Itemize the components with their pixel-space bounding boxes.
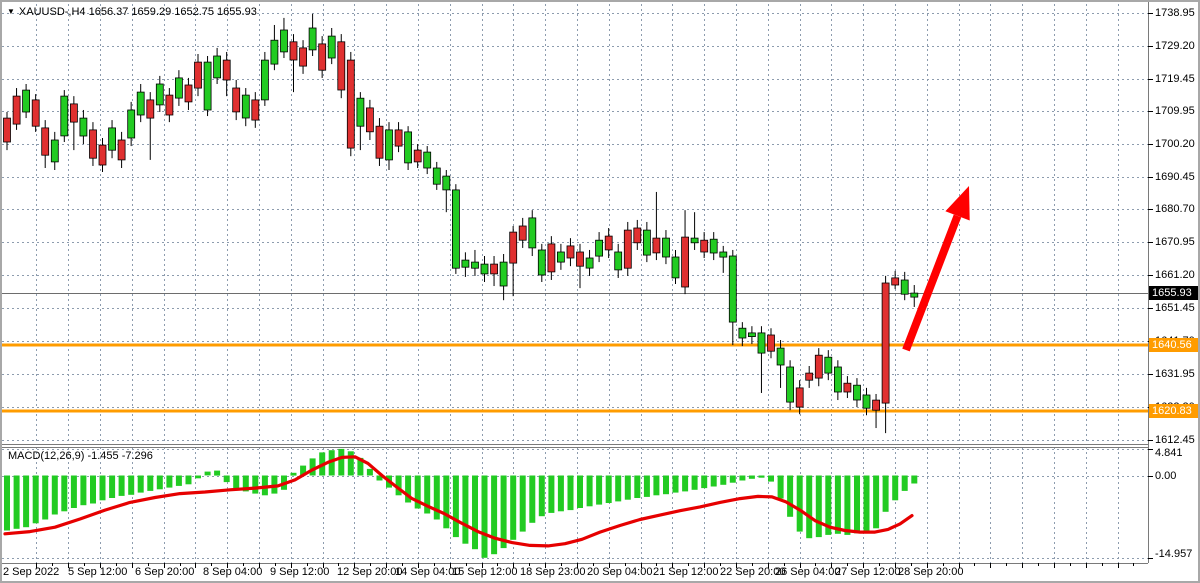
support-level-badge: 1620.83: [1149, 404, 1198, 418]
time-axis-label: 18 Sep 23:00: [520, 566, 585, 578]
macd-axis-zero-label: 0.00: [1155, 470, 1176, 482]
price-axis-label: 1661.20: [1155, 269, 1195, 281]
price-axis-label: 1719.45: [1155, 73, 1195, 85]
candlestick-series[interactable]: [4, 14, 918, 433]
time-axis-label: 20 Sep 04:00: [587, 566, 652, 578]
macd-histogram: [4, 449, 917, 558]
resistance-level-badge: 1640.56: [1149, 338, 1198, 352]
time-axis-label: 28 Sep 20:00: [898, 566, 963, 578]
symbol-title: ▼ XAUUSD-,H4 1656.37 1659.29 1652.75 1655…: [7, 6, 257, 18]
macd-indicator-label: MACD(12,26,9) -1.455 -7.296: [8, 450, 153, 462]
time-axis-label: 9 Sep 12:00: [270, 566, 329, 578]
time-axis-label: 5 Sep 12:00: [68, 566, 127, 578]
time-axis-label: 26 Sep 04:00: [775, 566, 840, 578]
price-gridlines: [2, 14, 1148, 559]
price-axis-label: 1670.95: [1155, 236, 1195, 248]
horizontal-level-lines[interactable]: [2, 345, 1148, 411]
price-axis-label: 1612.45: [1155, 434, 1195, 446]
time-axis-label: 14 Sep 04:00: [395, 566, 460, 578]
current-price-badge: 1655.93: [1149, 286, 1198, 300]
time-axis-label: 21 Sep 12:00: [653, 566, 718, 578]
price-axis-label: 1680.70: [1155, 203, 1195, 215]
price-axis-label: 1700.20: [1155, 138, 1195, 150]
time-axis-label: 12 Sep 20:00: [337, 566, 402, 578]
time-axis-label: 2 Sep 2022: [3, 566, 59, 578]
price-axis-label: 1651.45: [1155, 302, 1195, 314]
time-axis-label: 6 Sep 20:00: [135, 566, 194, 578]
macd-axis-min-label: -14.957: [1155, 548, 1192, 560]
chart-canvas[interactable]: [0, 0, 1200, 583]
price-axis-label: 1738.95: [1155, 7, 1195, 19]
symbol-ohlc-text: XAUUSD-,H4 1656.37 1659.29 1652.75 1655.…: [19, 6, 257, 18]
time-axis-label: 27 Sep 12:00: [835, 566, 900, 578]
chevron-down-icon[interactable]: ▼: [7, 7, 15, 16]
time-axis-label: 15 Sep 12:00: [452, 566, 517, 578]
time-axis-label: 8 Sep 04:00: [203, 566, 262, 578]
price-axis-label: 1690.45: [1155, 171, 1195, 183]
price-axis-label: 1709.95: [1155, 105, 1195, 117]
price-axis-label: 1631.95: [1155, 368, 1195, 380]
macd-axis-max-label: 4.841: [1155, 447, 1183, 459]
price-axis-label: 1729.20: [1155, 40, 1195, 52]
chart-window: ▼ XAUUSD-,H4 1656.37 1659.29 1652.75 1655…: [0, 0, 1200, 583]
up-arrow-annotation[interactable]: [906, 186, 970, 350]
